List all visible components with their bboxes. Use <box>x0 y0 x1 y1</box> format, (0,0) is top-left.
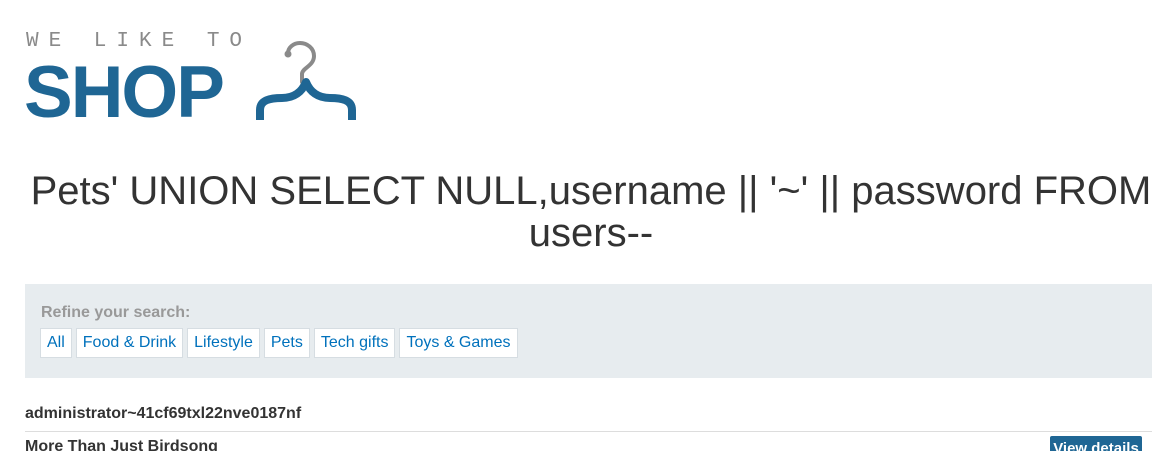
result-row-product-name: More Than Just Birdsong <box>25 438 218 451</box>
filter-panel: Refine your search: All Food & Drink Lif… <box>25 284 1152 378</box>
row-divider <box>25 431 1152 432</box>
page-title: Pets' UNION SELECT NULL,username || '~' … <box>30 169 1152 255</box>
filter-link-all[interactable]: All <box>40 328 72 358</box>
filter-title: Refine your search: <box>41 304 191 321</box>
filter-link-lifestyle[interactable]: Lifestyle <box>187 328 260 358</box>
page: WE LIKE TO SHOP Pets' UNION SELECT NULL,… <box>0 0 1152 451</box>
filter-link-food-drink[interactable]: Food & Drink <box>75 328 184 358</box>
view-details-button[interactable]: View details <box>1050 436 1142 451</box>
logo-tagline: WE LIKE TO <box>26 30 253 53</box>
filter-links: All Food & Drink Lifestyle Pets Tech gif… <box>40 328 518 358</box>
filter-link-toys-games[interactable]: Toys & Games <box>399 328 518 358</box>
shop-logo[interactable]: WE LIKE TO SHOP <box>24 30 384 133</box>
hanger-icon <box>256 40 356 120</box>
filter-link-tech-gifts[interactable]: Tech gifts <box>313 328 396 358</box>
logo-wordmark: SHOP <box>24 52 225 133</box>
result-row-credentials: administrator~41cf69txl22nve0187nf <box>25 405 302 422</box>
filter-link-pets[interactable]: Pets <box>263 328 310 358</box>
